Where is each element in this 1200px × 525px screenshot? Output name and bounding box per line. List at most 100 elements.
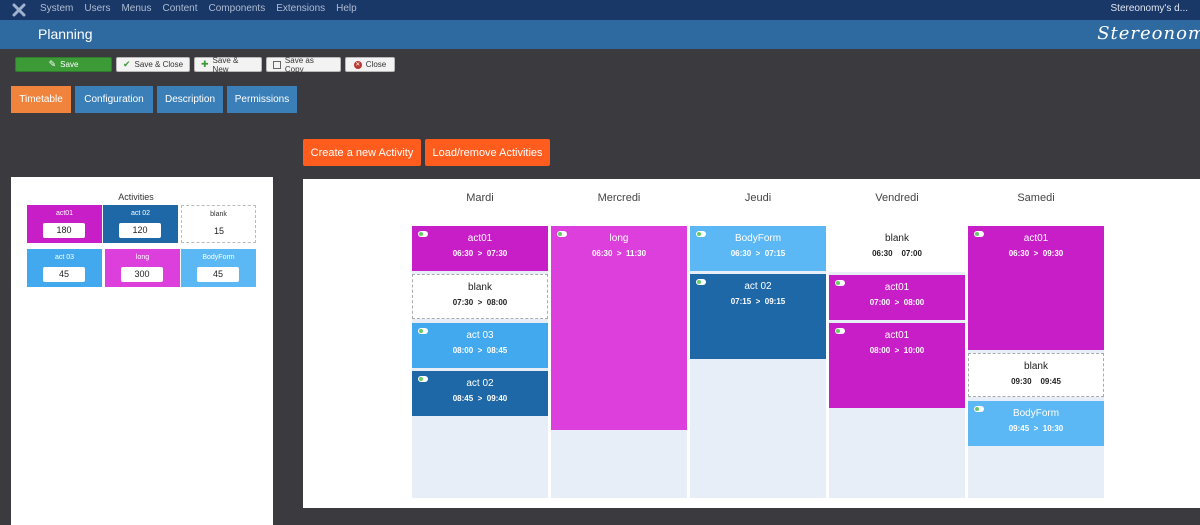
menu-help[interactable]: Help: [336, 3, 357, 14]
event-time: 07:15 > 09:15: [730, 297, 786, 306]
top-menu-bar: System Users Menus Content Components Ex…: [0, 0, 1200, 20]
event-time: 06:30 07:00: [872, 249, 922, 258]
toolbar: ✎ Save ✔ Save & Close ✚ Save & New Save …: [15, 55, 395, 74]
event-name: blank: [1024, 361, 1048, 372]
load-remove-activities-button[interactable]: Load/remove Activities: [425, 139, 550, 166]
timetable-event[interactable]: act 03 08:00 > 08:45: [412, 323, 548, 368]
day-column-vendredi[interactable]: blank 06:30 07:00 act01 07:00 > 08:00 ac…: [829, 226, 965, 498]
day-header-samedi: Samedi: [1017, 192, 1055, 204]
activity-duration[interactable]: 45: [197, 267, 239, 282]
day-header-vendredi: Vendredi: [875, 192, 919, 204]
tab-timetable[interactable]: Timetable: [11, 86, 71, 113]
tab-configuration[interactable]: Configuration: [75, 86, 153, 113]
activity-name: act01: [55, 210, 74, 217]
day-column-mardi[interactable]: act01 06:30 > 07:30 blank 07:30 > 08:00 …: [412, 226, 548, 498]
menu-extensions[interactable]: Extensions: [276, 3, 325, 14]
timetable-event[interactable]: act 02 07:15 > 09:15: [690, 274, 826, 359]
save-close-button[interactable]: ✔ Save & Close: [116, 57, 190, 72]
page-title: Planning: [38, 26, 93, 42]
timetable-event[interactable]: act01 07:00 > 08:00: [829, 275, 965, 320]
save-label: Save: [60, 60, 79, 69]
event-time: 08:00 > 08:45: [452, 346, 508, 355]
activity-act03[interactable]: act 03 45: [27, 249, 102, 287]
menu-components[interactable]: Components: [209, 3, 266, 14]
event-time: 09:45 > 10:30: [1008, 424, 1064, 433]
day-column-jeudi[interactable]: BodyForm 06:30 > 07:15 act 02 07:15 > 09…: [690, 226, 826, 498]
timetable-event[interactable]: long 06:30 > 11:30: [551, 226, 687, 430]
event-name: act01: [467, 233, 493, 244]
activity-name: blank: [210, 211, 227, 218]
event-name: act01: [884, 282, 910, 293]
copy-icon: [273, 60, 281, 69]
activity-duration: 15: [213, 226, 224, 236]
event-time: 08:45 > 09:40: [452, 394, 508, 403]
event-name: BodyForm: [1012, 408, 1060, 419]
save-copy-label: Save as Copy: [284, 55, 314, 74]
timetable-event[interactable]: act01 08:00 > 10:00: [829, 323, 965, 408]
timetable-event[interactable]: act01 06:30 > 07:30: [412, 226, 548, 271]
save-new-button[interactable]: ✚ Save & New: [194, 55, 262, 74]
day-header-mardi: Mardi: [466, 192, 494, 204]
activity-duration[interactable]: 120: [119, 223, 161, 238]
activity-bodyform[interactable]: BodyForm 45: [181, 249, 256, 287]
event-time: 07:00 > 08:00: [869, 298, 925, 307]
timetable-event[interactable]: act 02 08:45 > 09:40: [412, 371, 548, 416]
timetable-event[interactable]: act01 06:30 > 09:30: [968, 226, 1104, 350]
activity-name: BodyForm: [202, 254, 235, 261]
event-time: 07:30 > 08:00: [452, 298, 508, 307]
check-icon: ✔: [123, 59, 131, 69]
timetable-event-blank[interactable]: blank 06:30 07:00: [829, 226, 965, 272]
create-activity-button[interactable]: Create a new Activity: [303, 139, 421, 166]
menu-system[interactable]: System: [40, 3, 73, 14]
event-time: 08:00 > 10:00: [869, 346, 925, 355]
activity-name: act 02: [130, 210, 151, 217]
day-column-samedi[interactable]: act01 06:30 > 09:30 blank 09:30 09:45 Bo…: [968, 226, 1104, 498]
day-header-mercredi: Mercredi: [597, 192, 641, 204]
menu-users[interactable]: Users: [84, 3, 110, 14]
top-menu: System Users Menus Content Components Ex…: [40, 3, 357, 14]
event-name: act 02: [466, 378, 494, 389]
activity-duration[interactable]: 300: [121, 267, 163, 282]
tab-description[interactable]: Description: [157, 86, 223, 113]
event-name: blank: [885, 233, 909, 244]
menu-content[interactable]: Content: [162, 3, 197, 14]
page-header: Planning Stereonom: [0, 20, 1200, 49]
event-time: 06:30 > 07:15: [730, 249, 786, 258]
timetable-event[interactable]: BodyForm 09:45 > 10:30: [968, 401, 1104, 446]
joomla-logo-icon[interactable]: [12, 3, 26, 17]
activity-act02[interactable]: act 02 120: [103, 205, 178, 243]
event-name: act 03: [466, 330, 494, 341]
activity-blank[interactable]: blank 15: [181, 205, 256, 243]
timetable-event-blank[interactable]: blank 07:30 > 08:00: [412, 274, 548, 319]
event-name: act01: [1023, 233, 1049, 244]
day-column-mercredi[interactable]: long 06:30 > 11:30: [551, 226, 687, 498]
save-close-label: Save & Close: [134, 60, 184, 69]
timetable-panel: Mardi Mercredi Jeudi Vendredi Samedi act…: [303, 179, 1200, 508]
event-name: BodyForm: [734, 233, 782, 244]
site-name-link[interactable]: Stereonomy's d...: [1111, 3, 1189, 14]
event-name: act 02: [744, 281, 772, 292]
close-icon: ✕: [353, 60, 362, 69]
activity-duration[interactable]: 180: [43, 223, 85, 238]
event-name: act01: [884, 330, 910, 341]
activity-duration[interactable]: 45: [43, 267, 85, 282]
menu-menus[interactable]: Menus: [121, 3, 151, 14]
tab-permissions[interactable]: Permissions: [227, 86, 297, 113]
activities-panel: Activities act01 180 act 02 120 blank 15…: [11, 177, 273, 525]
timetable-event[interactable]: BodyForm 06:30 > 07:15: [690, 226, 826, 271]
activity-long[interactable]: long 300: [105, 249, 180, 287]
close-button[interactable]: ✕ Close: [345, 57, 395, 72]
tab-bar: Timetable Configuration Description Perm…: [11, 86, 297, 113]
save-new-label: Save & New: [212, 55, 239, 74]
brand-logo: Stereonom: [1097, 23, 1200, 44]
timetable-event-blank[interactable]: blank 09:30 09:45: [968, 353, 1104, 397]
event-name: blank: [468, 282, 492, 293]
save-copy-button[interactable]: Save as Copy: [266, 55, 341, 74]
activity-name: long: [135, 254, 150, 261]
event-time: 06:30 > 09:30: [1008, 249, 1064, 258]
plus-icon: ✚: [201, 59, 209, 69]
activity-act01[interactable]: act01 180: [27, 205, 102, 243]
save-button[interactable]: ✎ Save: [15, 57, 112, 72]
event-time: 09:30 09:45: [1011, 377, 1061, 386]
edit-icon: ✎: [48, 59, 57, 69]
